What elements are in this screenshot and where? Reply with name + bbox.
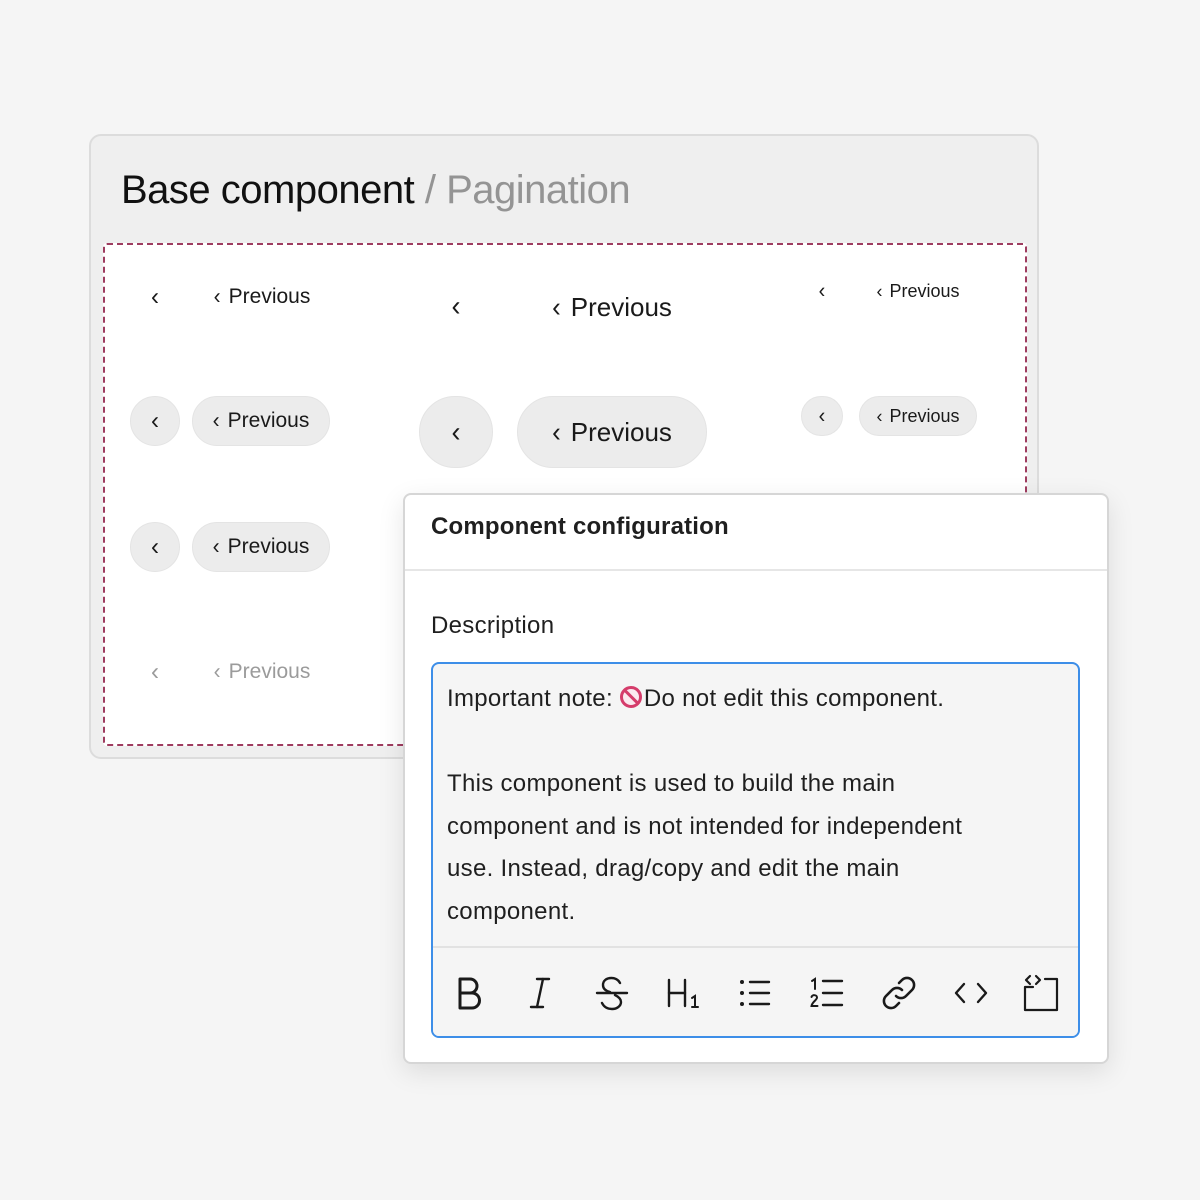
editor-line: This component is used to build the main xyxy=(447,770,896,797)
editor-content[interactable]: Important note: Do not edit this compone… xyxy=(433,664,1078,946)
chevron-left-icon: ‹ xyxy=(876,404,883,426)
code-button[interactable] xyxy=(949,968,993,1018)
chevron-left-icon: ‹ xyxy=(151,282,159,311)
heading-1-icon xyxy=(667,978,699,1008)
page-title: Base component / Pagination xyxy=(121,168,631,213)
formatting-toolbar xyxy=(433,946,1078,1036)
bulleted-list-icon xyxy=(740,980,771,1006)
chevron-left-icon: ‹ xyxy=(151,406,159,435)
previous-label: Previous xyxy=(228,285,311,308)
prev-icon-button[interactable]: ‹ xyxy=(419,271,493,341)
strikethrough-icon xyxy=(595,976,629,1011)
link-icon xyxy=(882,976,916,1010)
no-entry-icon xyxy=(619,686,642,708)
heading-1-button[interactable] xyxy=(662,968,706,1018)
chevron-left-icon: ‹ xyxy=(151,657,159,686)
previous-button[interactable]: ‹ Previous xyxy=(193,275,331,319)
note-suffix: Do not edit this component. xyxy=(643,685,945,712)
editor-line: use. Instead, drag/copy and edit the mai… xyxy=(447,855,900,882)
editor-line: component and is not intended for indepe… xyxy=(447,812,963,840)
previous-label: Previous xyxy=(889,405,960,426)
chevron-left-icon: ‹ xyxy=(451,415,461,448)
chevron-left-icon: ‹ xyxy=(818,278,826,303)
bold-icon xyxy=(458,977,481,1010)
bold-button[interactable] xyxy=(447,968,491,1018)
editor-line: Important note: Do not edit this compone… xyxy=(447,678,1064,721)
prev-icon-button-disabled: ‹ xyxy=(130,650,180,694)
title-sub: Pagination xyxy=(446,168,631,212)
previous-label: Previous xyxy=(227,409,310,432)
panel-title: Component configuration xyxy=(431,513,729,540)
prev-icon-button[interactable]: ‹ xyxy=(419,396,493,468)
prev-icon-button[interactable]: ‹ xyxy=(801,271,843,311)
previous-label: Previous xyxy=(570,416,672,447)
previous-button[interactable]: ‹ Previous xyxy=(192,396,330,446)
chevron-left-icon: ‹ xyxy=(552,415,561,448)
chevron-left-icon: ‹ xyxy=(213,284,221,309)
editor-line: component. xyxy=(447,897,576,925)
code-block-button[interactable] xyxy=(1020,968,1064,1018)
prev-icon-button[interactable]: ‹ xyxy=(130,522,180,572)
prev-icon-button[interactable]: ‹ xyxy=(130,275,180,319)
previous-button[interactable]: ‹ Previous xyxy=(517,396,707,468)
previous-button-disabled: ‹ Previous xyxy=(193,650,331,694)
previous-label: Previous xyxy=(570,291,672,322)
description-label: Description xyxy=(431,612,555,639)
link-button[interactable] xyxy=(877,968,921,1018)
numbered-list-button[interactable] xyxy=(805,968,849,1018)
code-block-icon xyxy=(1023,974,1059,1012)
previous-label: Previous xyxy=(889,280,960,301)
component-configuration-panel: Component configuration Description Impo… xyxy=(403,493,1109,1064)
previous-button[interactable]: ‹ Previous xyxy=(859,271,977,311)
chevron-left-icon: ‹ xyxy=(151,532,159,561)
prev-icon-button[interactable]: ‹ xyxy=(130,396,180,446)
code-icon xyxy=(954,982,988,1004)
chevron-left-icon: ‹ xyxy=(818,403,826,428)
previous-button[interactable]: ‹ Previous xyxy=(192,522,330,572)
numbered-list-icon xyxy=(810,977,844,1007)
panel-header: Component configuration xyxy=(405,495,1107,571)
chevron-left-icon: ‹ xyxy=(876,279,883,301)
previous-label: Previous xyxy=(227,535,310,558)
previous-label: Previous xyxy=(228,660,311,683)
previous-button[interactable]: ‹ Previous xyxy=(517,285,707,329)
italic-button[interactable] xyxy=(518,968,562,1018)
title-separator: / xyxy=(424,168,436,212)
prev-icon-button[interactable]: ‹ xyxy=(801,396,843,436)
italic-icon xyxy=(529,977,551,1009)
chevron-left-icon: ‹ xyxy=(552,290,561,323)
chevron-left-icon: ‹ xyxy=(212,408,220,433)
title-main: Base component xyxy=(121,168,415,212)
note-prefix: Important note: xyxy=(447,685,620,712)
bulleted-list-button[interactable] xyxy=(733,968,777,1018)
chevron-left-icon: ‹ xyxy=(451,289,461,322)
strikethrough-button[interactable] xyxy=(590,968,634,1018)
description-editor[interactable]: Important note: Do not edit this compone… xyxy=(431,662,1080,1038)
chevron-left-icon: ‹ xyxy=(213,659,221,684)
previous-button[interactable]: ‹ Previous xyxy=(859,396,977,436)
chevron-left-icon: ‹ xyxy=(212,534,220,559)
